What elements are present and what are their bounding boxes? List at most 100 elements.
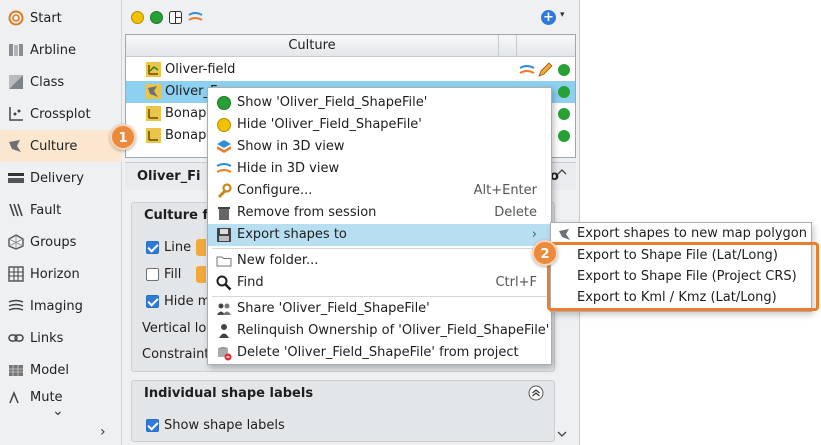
- pencil-icon[interactable]: [537, 62, 553, 78]
- menu-item-label: Show in 3D view: [237, 139, 345, 154]
- sidebar-item-links[interactable]: Links: [0, 322, 122, 354]
- mute-icon: [8, 389, 24, 405]
- toolbar: + ▾: [123, 0, 580, 34]
- 3d-hide-icon: [216, 161, 232, 177]
- fill-color-swatch[interactable]: [196, 266, 206, 283]
- polygon-icon: [558, 227, 572, 241]
- menu-item-share[interactable]: Share 'Oliver_Field_ShapeFile': [208, 298, 551, 320]
- table-header: Culture: [126, 35, 575, 57]
- folder-icon: [216, 253, 232, 269]
- row-name: Oliver-field: [165, 62, 236, 77]
- menu-item-new-folder[interactable]: New folder...: [208, 250, 551, 272]
- 3d-view-icon[interactable]: [519, 62, 535, 78]
- sidebar-item-culture[interactable]: Culture: [0, 130, 122, 162]
- menu-item-delete[interactable]: Delete 'Oliver_Field_ShapeFile' from pro…: [208, 342, 551, 364]
- 3d-show-icon: [216, 139, 232, 155]
- visible-status-icon[interactable]: [558, 86, 570, 98]
- sidebar-item-label: Groups: [30, 234, 77, 250]
- sidebar-item-model[interactable]: Model: [0, 354, 122, 386]
- yellow-dot-icon: [216, 117, 232, 133]
- wrench-icon: [216, 183, 232, 199]
- sidebar-item-label: Start: [30, 10, 62, 26]
- constraint-label: Constraint: [142, 347, 210, 362]
- sidebar-item-arbline[interactable]: Arbline: [0, 34, 122, 66]
- menu-item-label: Share 'Oliver_Field_ShapeFile': [237, 301, 430, 316]
- visible-status-icon[interactable]: [558, 108, 570, 120]
- sidebar-item-fault[interactable]: Fault: [0, 194, 122, 226]
- menu-item-shortcut: Alt+Enter: [473, 183, 537, 198]
- menu-item-label: Find: [237, 275, 264, 290]
- sidebar-item-delivery[interactable]: Delivery: [0, 162, 122, 194]
- sidebar-item-imaging[interactable]: Imaging: [0, 290, 122, 322]
- step-badge-1: 1: [110, 124, 136, 150]
- scroll-down-chevron-icon[interactable]: ⌄: [52, 403, 64, 419]
- yellow-dot-icon[interactable]: [131, 11, 144, 24]
- menu-item-remove[interactable]: Remove from session Delete: [208, 202, 551, 224]
- trash-icon: [216, 205, 232, 221]
- vertical-location-label: Vertical loc: [142, 321, 214, 336]
- menu-item-configure[interactable]: Configure... Alt+Enter: [208, 180, 551, 202]
- sidebar-item-label: Links: [30, 330, 64, 346]
- target-icon: [8, 10, 24, 26]
- model-icon: [8, 362, 24, 378]
- menu-item-show[interactable]: Show 'Oliver_Field_ShapeFile': [208, 92, 551, 114]
- menu-item-export-shapes[interactable]: Export shapes to ›: [208, 224, 551, 246]
- show-labels-checkbox[interactable]: [146, 419, 159, 432]
- menu-item-find[interactable]: Find Ctrl+F: [208, 272, 551, 294]
- menu-item-shortcut: Delete: [494, 205, 537, 220]
- menu-item-relinquish[interactable]: Relinquish Ownership of 'Oliver_Field_Sh…: [208, 320, 551, 342]
- sidebar-item-label: Imaging: [30, 298, 83, 314]
- menu-item-label: Hide in 3D view: [237, 161, 340, 176]
- green-dot-icon[interactable]: [150, 11, 163, 24]
- fill-checkbox[interactable]: [146, 268, 159, 281]
- sidebar-item-class[interactable]: Class: [0, 66, 122, 98]
- shapefile-icon: [146, 84, 161, 99]
- column-header-culture[interactable]: Culture: [126, 38, 498, 53]
- save-icon: [216, 227, 232, 243]
- next-chevron-icon[interactable]: ›: [100, 424, 106, 440]
- add-menu-caret-icon[interactable]: ▾: [560, 10, 565, 20]
- column-divider: [498, 35, 499, 57]
- imaging-icon: [8, 298, 24, 314]
- green-dot-icon: [216, 95, 232, 111]
- visible-status-icon[interactable]: [558, 64, 570, 76]
- sidebar-item-crossplot[interactable]: Crossplot: [0, 98, 122, 130]
- sidebar-item-horizon[interactable]: Horizon: [0, 258, 122, 290]
- fault-icon: [8, 202, 24, 218]
- sidebar-item-label: Model: [30, 362, 70, 378]
- menu-item-show-3d[interactable]: Show in 3D view: [208, 136, 551, 158]
- collapse-icon[interactable]: [528, 385, 544, 401]
- links-icon: [8, 330, 24, 346]
- highlight-box: [547, 242, 819, 311]
- group-title: Culture fi: [144, 208, 213, 223]
- line-color-swatch[interactable]: [196, 239, 206, 256]
- sidebar-item-groups[interactable]: Groups: [0, 226, 122, 258]
- table-row[interactable]: Oliver-field: [126, 59, 575, 81]
- sidebar-item-start[interactable]: Start: [0, 2, 122, 34]
- visible-status-icon[interactable]: [558, 130, 570, 142]
- column-divider: [516, 35, 517, 57]
- sidebar-item-label: Arbline: [30, 42, 76, 58]
- menu-item-hide[interactable]: Hide 'Oliver_Field_ShapeFile': [208, 114, 551, 136]
- person-icon: [216, 323, 232, 339]
- menu-item-hide-3d[interactable]: Hide in 3D view: [208, 158, 551, 180]
- horizon-icon: [8, 266, 24, 282]
- menu-item-label: Export shapes to: [237, 227, 347, 242]
- step-badge-2: 2: [532, 240, 558, 266]
- menu-item-shortcut: Ctrl+F: [495, 275, 537, 290]
- add-button[interactable]: +: [541, 10, 556, 25]
- groups-icon: [8, 234, 24, 250]
- class-icon: [8, 74, 24, 90]
- menu-item-label: Relinquish Ownership of 'Oliver_Field_Sh…: [237, 323, 550, 338]
- sidebar: Start Arbline Class Crossplot Culture De…: [0, 0, 122, 445]
- layout-icon[interactable]: [169, 11, 182, 24]
- hide-checkbox[interactable]: [146, 295, 159, 308]
- sidebar-item-label: Delivery: [30, 170, 84, 186]
- line-checkbox[interactable]: [146, 241, 159, 254]
- menu-item-label: New folder...: [237, 253, 319, 268]
- 3d-view-icon[interactable]: [188, 10, 203, 25]
- submenu-item-label: Export shapes to new map polygon: [577, 226, 807, 241]
- group-title: Individual shape labels: [144, 386, 314, 401]
- sidebar-item-label: Fault: [30, 202, 62, 218]
- shapefile-icon: [146, 62, 161, 77]
